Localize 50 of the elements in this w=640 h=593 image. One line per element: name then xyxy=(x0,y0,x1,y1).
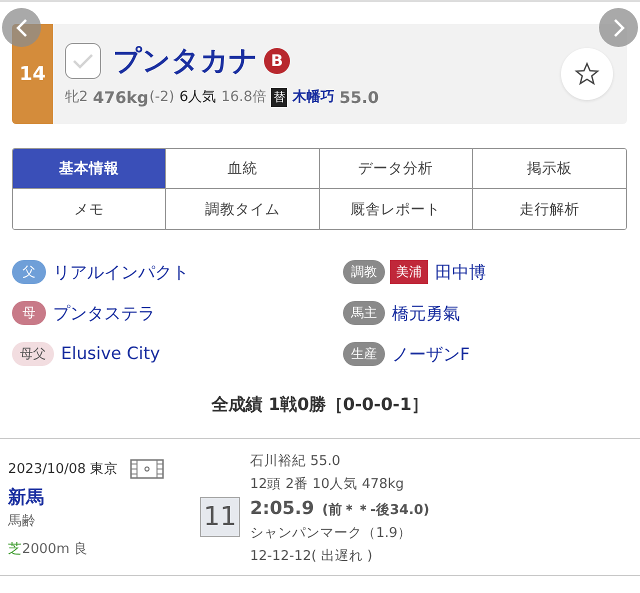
grade-badge: B xyxy=(264,48,290,74)
pedigree-label: 母父 xyxy=(12,342,54,366)
finish-position: 11 xyxy=(200,497,240,537)
role-label: 生産 xyxy=(343,342,385,366)
previous-button[interactable] xyxy=(2,8,41,47)
jockey-change-badge: 替 xyxy=(271,88,288,106)
distance: 2000m 良 xyxy=(22,540,88,556)
career-summary: 全成績 1戦0勝［0-0-0-1］ xyxy=(210,394,430,416)
pedigree-link[interactable]: リアルインパクト xyxy=(53,260,189,284)
pedigree-label: 父 xyxy=(12,260,46,284)
role-label: 馬主 xyxy=(343,301,385,325)
region-badge: 美浦 xyxy=(390,260,428,284)
body-weight: 476kg xyxy=(92,88,148,106)
jockey-weight: 55.0 xyxy=(339,88,379,106)
passing-order: 12-12-12( 出遅れ ) xyxy=(250,546,374,564)
popularity: 6人気 xyxy=(179,88,216,106)
race-class[interactable]: 新馬 xyxy=(8,484,188,508)
tab[interactable]: メモ xyxy=(13,189,166,229)
tab[interactable]: 血統 xyxy=(166,149,320,189)
pedigree-link[interactable]: Elusive City xyxy=(61,344,160,364)
tab[interactable]: 基本情報 xyxy=(13,149,166,189)
pedigree-label: 母 xyxy=(12,301,46,325)
checkbox[interactable] xyxy=(65,42,101,78)
race-winner: シャンパンマーク（1.9） xyxy=(250,524,412,542)
horse-name[interactable]: プンタカナ xyxy=(113,42,258,80)
race-time: 2:05.9 xyxy=(250,498,314,518)
sex-age: 牝2 xyxy=(65,88,88,106)
chevron-left-icon xyxy=(14,18,28,38)
tab[interactable]: 掲示板 xyxy=(472,149,626,189)
race-date: 2023/10/08 東京 xyxy=(8,460,118,478)
connection-link[interactable]: ノーザンF xyxy=(392,342,470,366)
connection-link[interactable]: 橋元勇氣 xyxy=(392,302,460,324)
favorite-button[interactable] xyxy=(561,48,613,100)
weight-change: (-2) xyxy=(149,89,174,105)
surface: 芝 xyxy=(8,540,22,556)
video-icon[interactable] xyxy=(130,458,164,478)
pedigree-link[interactable]: プンタステラ xyxy=(53,302,155,324)
race-condition: 馬齢 xyxy=(8,512,37,530)
pace: (前＊＊-後34.0) xyxy=(322,500,430,518)
chevron-right-icon xyxy=(612,18,626,38)
check-icon xyxy=(71,52,95,70)
jockey-link[interactable]: 木幡巧 xyxy=(292,88,334,106)
tab[interactable]: データ分析 xyxy=(320,149,473,189)
race-info: 12頭 2番 10人気 478kg xyxy=(250,474,405,492)
next-button[interactable] xyxy=(599,8,638,47)
star-icon xyxy=(574,61,600,87)
race-jockey: 石川裕紀 55.0 xyxy=(250,452,342,470)
connection-link[interactable]: 田中博 xyxy=(435,260,486,284)
odds: 16.8倍 xyxy=(221,88,266,106)
role-label: 調教 xyxy=(343,260,385,284)
